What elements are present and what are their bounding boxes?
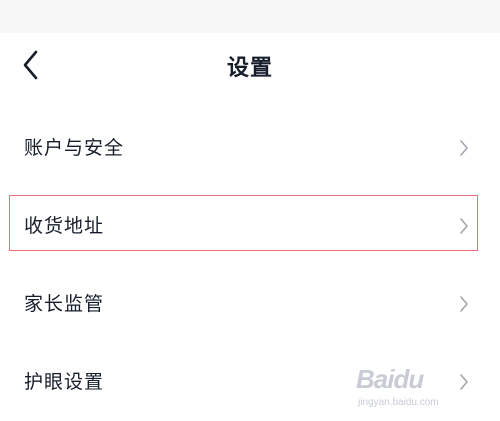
chevron-right-icon — [460, 296, 468, 312]
status-bar — [0, 0, 500, 33]
menu-item-label: 账户与安全 — [24, 137, 125, 159]
page-title: 设置 — [226, 56, 273, 81]
chevron-right-icon — [460, 218, 468, 234]
menu-item-label: 家长监管 — [24, 293, 105, 315]
menu-item-label: 收货地址 — [24, 215, 105, 237]
nav-header: 设置 — [0, 33, 500, 97]
watermark-url: jingyan.baidu.com — [358, 397, 439, 408]
baidu-watermark: Baidu jingyan.baidu.com — [356, 362, 476, 412]
menu-item-shipping-address[interactable]: 收货地址 — [0, 187, 500, 265]
watermark-logo: Baidu — [356, 364, 424, 394]
chevron-right-icon — [460, 140, 468, 156]
menu-item-parental-control[interactable]: 家长监管 — [0, 265, 500, 343]
menu-item-account-security[interactable]: 账户与安全 — [0, 109, 500, 187]
menu-item-label: 护眼设置 — [24, 371, 105, 393]
